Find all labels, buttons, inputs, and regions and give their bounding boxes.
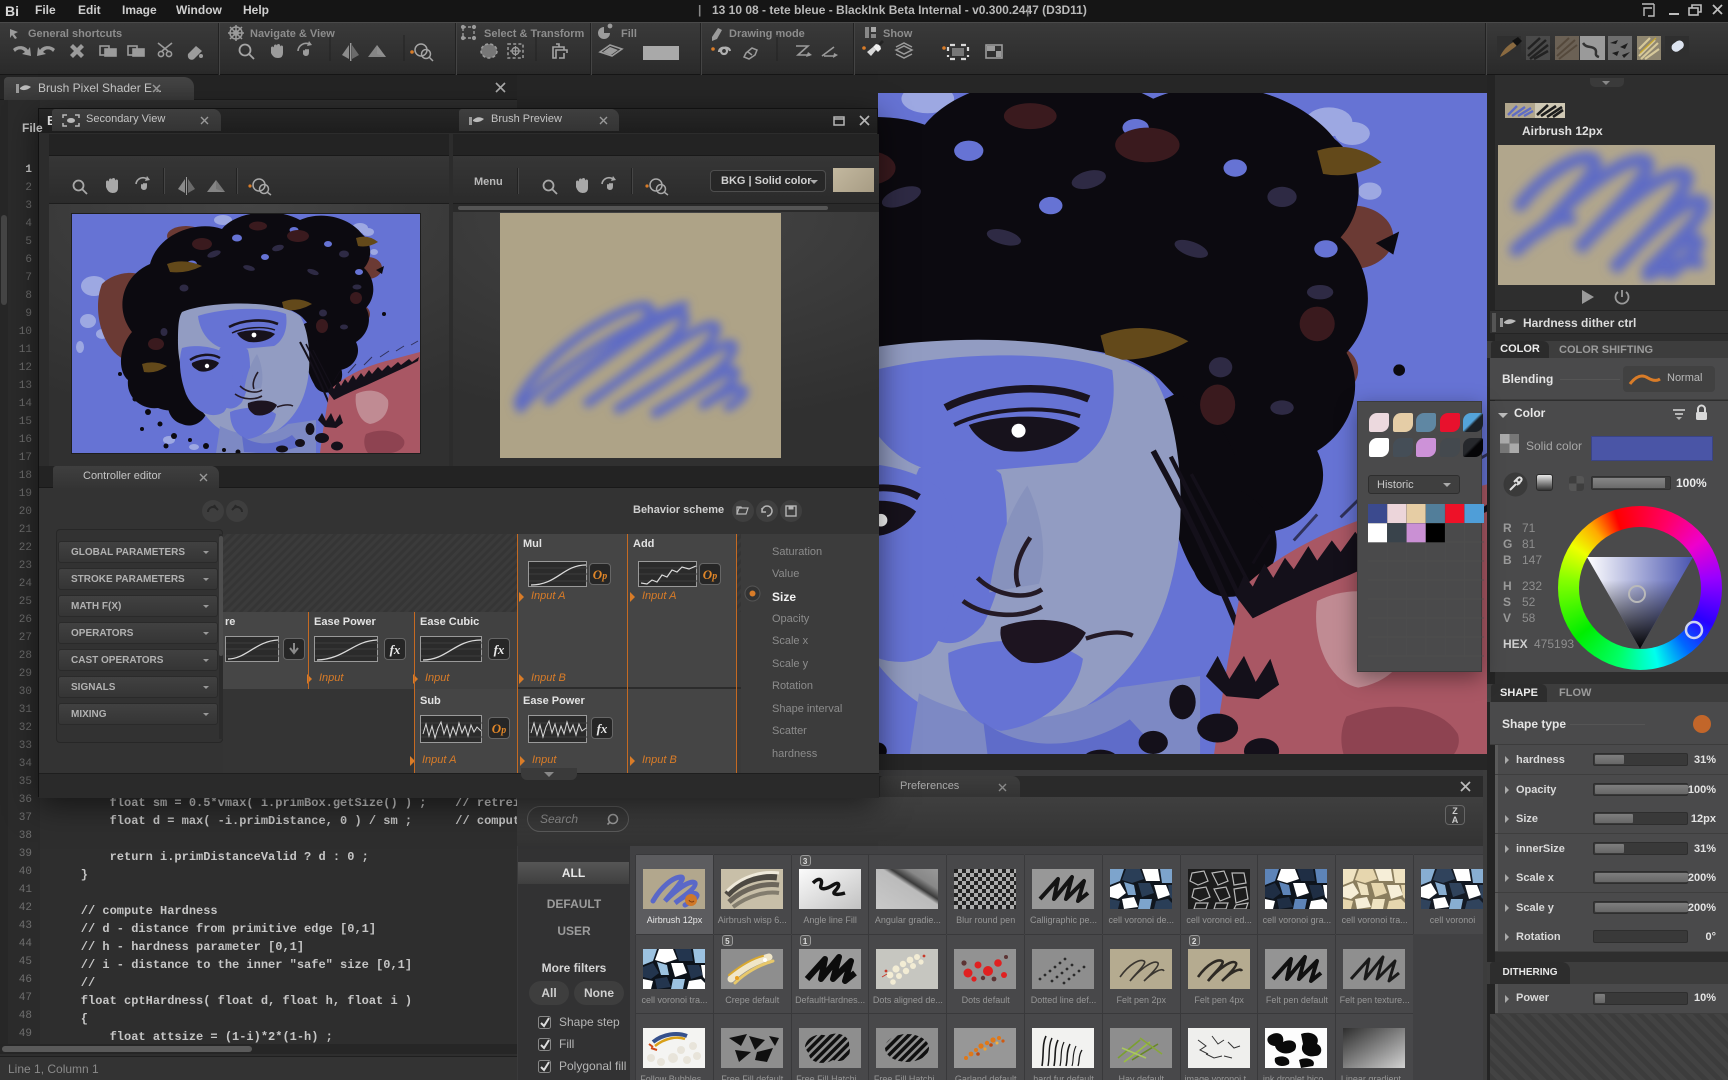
- svg-text:Bi: Bi: [5, 3, 19, 19]
